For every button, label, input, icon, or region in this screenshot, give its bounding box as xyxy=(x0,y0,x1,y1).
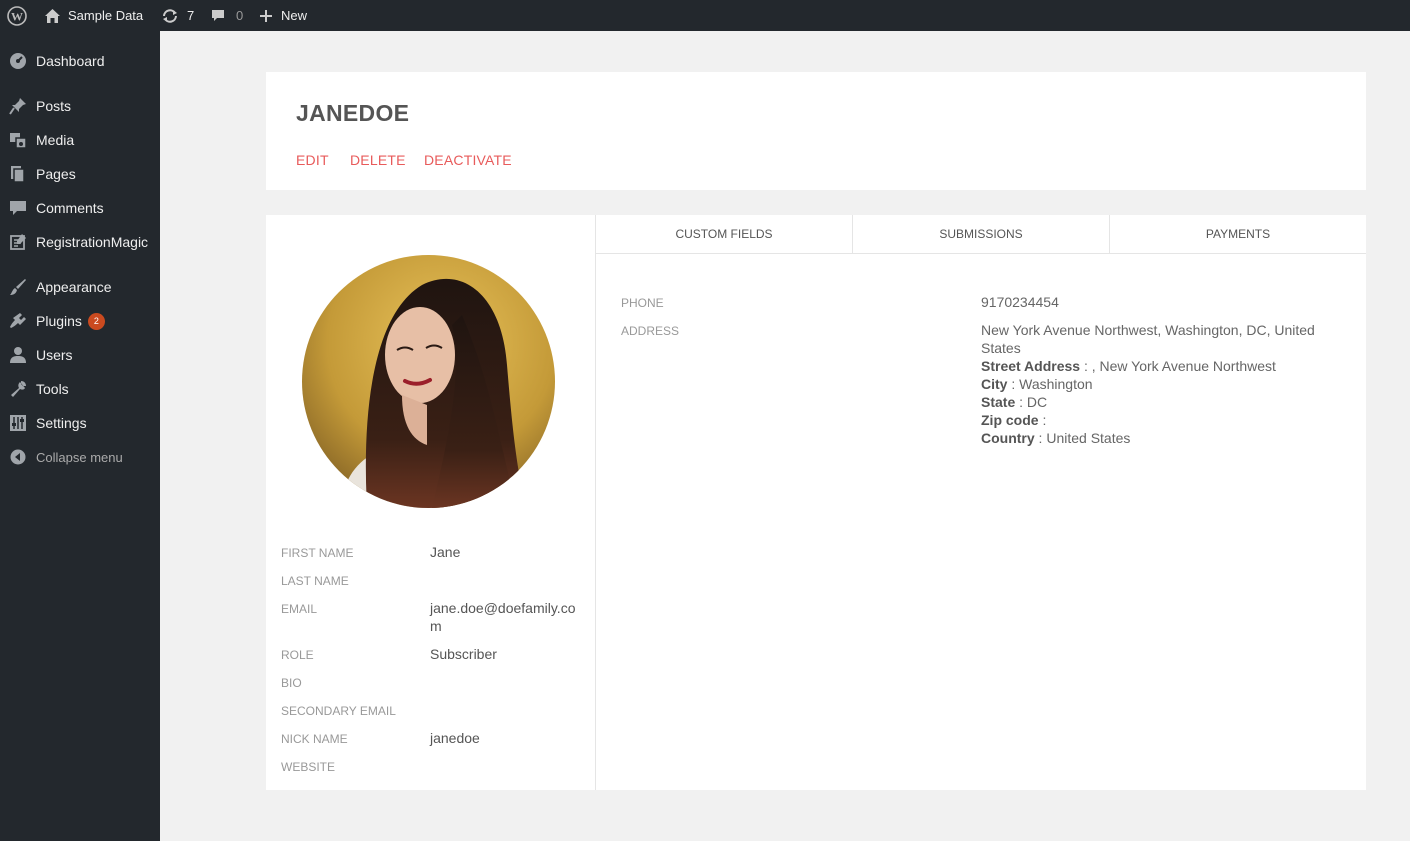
address-street-key: Street Address xyxy=(981,358,1081,374)
sidebar-item-label: RegistrationMagic xyxy=(36,234,149,250)
address-state-line: State : DC xyxy=(981,393,1321,411)
sidebar-item-label: Appearance xyxy=(36,279,112,295)
avatar xyxy=(302,255,555,508)
address-street-value: : , New York Avenue Northwest xyxy=(1080,358,1276,374)
secondary-email-label: SECONDARY EMAIL xyxy=(281,704,396,718)
first-name-label: FIRST NAME xyxy=(281,546,354,560)
sidebar-item-registrationmagic[interactable]: RegistrationMagic xyxy=(0,225,160,259)
page-title: JANEDOE xyxy=(296,100,410,126)
new-content-link[interactable]: New xyxy=(259,0,307,31)
phone-label: PHONE xyxy=(621,296,664,310)
sidebar-item-label: Plugins xyxy=(36,313,82,329)
sidebar-item-comments[interactable]: Comments xyxy=(0,191,160,225)
role-value: Subscriber xyxy=(430,646,497,662)
comments-link[interactable]: 0 xyxy=(210,0,243,31)
sidebar-item-label: Media xyxy=(36,132,75,148)
admin-bar: W Sample Data 7 0 New xyxy=(0,0,1410,31)
nick-name-value: janedoe xyxy=(430,730,480,746)
bio-label: BIO xyxy=(281,676,302,690)
pages-icon xyxy=(8,164,28,184)
sidebar-item-pages[interactable]: Pages xyxy=(0,157,160,191)
wordpress-logo-icon[interactable]: W xyxy=(7,0,27,31)
sidebar-item-label: Settings xyxy=(36,415,87,431)
address-zip-line: Zip code : xyxy=(981,411,1321,429)
sidebar-item-dashboard[interactable]: Dashboard xyxy=(0,44,160,78)
sidebar-item-label: Posts xyxy=(36,98,72,114)
sidebar-item-plugins[interactable]: Plugins 2 xyxy=(0,304,160,338)
last-name-label: LAST NAME xyxy=(281,574,349,588)
sidebar-item-label: Comments xyxy=(36,200,104,216)
media-icon xyxy=(8,130,28,150)
sidebar-item-appearance[interactable]: Appearance xyxy=(0,270,160,304)
sidebar-item-users[interactable]: Users xyxy=(0,338,160,372)
delete-link[interactable]: DELETE xyxy=(350,152,406,168)
user-icon xyxy=(8,345,28,365)
collapse-menu-label: Collapse menu xyxy=(36,449,123,465)
tab-submissions[interactable]: SUBMISSIONS xyxy=(852,215,1109,253)
first-name-value: Jane xyxy=(430,544,461,560)
dashboard-icon xyxy=(8,51,28,71)
tab-payments[interactable]: PAYMENTS xyxy=(1109,215,1366,253)
email-label: EMAIL xyxy=(281,602,318,616)
site-name: Sample Data xyxy=(68,8,144,23)
address-value: New York Avenue Northwest, Washington, D… xyxy=(981,321,1321,447)
pushpin-icon xyxy=(8,96,28,116)
edit-link[interactable]: EDIT xyxy=(296,152,329,168)
sidebar-item-posts[interactable]: Posts xyxy=(0,89,160,123)
plug-icon xyxy=(8,311,28,331)
nick-name-label: NICK NAME xyxy=(281,732,348,746)
address-zip-key: Zip code xyxy=(981,412,1039,428)
settings-icon xyxy=(8,413,28,433)
comment-bubble-icon xyxy=(210,8,226,24)
phone-value: 9170234454 xyxy=(981,294,1059,310)
website-label: WEBSITE xyxy=(281,760,336,774)
sidebar-item-media[interactable]: Media xyxy=(0,123,160,157)
address-city-line: City : Washington xyxy=(981,375,1321,393)
refresh-icon xyxy=(161,8,179,24)
address-full: New York Avenue Northwest, Washington, D… xyxy=(981,322,1315,356)
svg-text:W: W xyxy=(11,9,23,23)
sidebar-item-tools[interactable]: Tools xyxy=(0,372,160,406)
new-label: New xyxy=(281,8,308,23)
user-header-card: JANEDOE EDIT DELETE DEACTIVATE xyxy=(266,72,1366,190)
deactivate-link[interactable]: DEACTIVATE xyxy=(424,152,512,168)
address-country-key: Country xyxy=(981,430,1035,446)
plus-icon xyxy=(259,9,273,23)
address-zip-value: : xyxy=(1038,412,1047,428)
details-card: CUSTOM FIELDS SUBMISSIONS PAYMENTS PHONE… xyxy=(596,215,1366,790)
site-name-link[interactable]: Sample Data xyxy=(44,0,143,31)
address-state-value: : DC xyxy=(1015,394,1048,410)
address-city-value: : Washington xyxy=(1007,376,1093,392)
form-icon xyxy=(8,232,28,252)
collapse-menu-button[interactable]: Collapse menu xyxy=(0,440,160,474)
address-country-value: : United States xyxy=(1034,430,1131,446)
address-state-key: State xyxy=(981,394,1016,410)
sidebar-item-label: Tools xyxy=(36,381,69,397)
wrench-icon xyxy=(8,379,28,399)
plugins-update-badge: 2 xyxy=(87,312,105,330)
sidebar-item-label: Dashboard xyxy=(36,53,105,69)
sidebar-item-label: Users xyxy=(36,347,73,363)
sidebar-item-label: Pages xyxy=(36,166,76,182)
tab-bar: CUSTOM FIELDS SUBMISSIONS PAYMENTS xyxy=(596,215,1366,254)
updates-count: 7 xyxy=(187,8,195,23)
brush-icon xyxy=(8,277,28,297)
comment-icon xyxy=(8,198,28,218)
tab-custom-fields[interactable]: CUSTOM FIELDS xyxy=(596,215,852,253)
admin-sidebar: Dashboard Posts Media Pages Comments Reg… xyxy=(0,31,160,841)
collapse-arrow-icon xyxy=(8,447,28,467)
address-label: ADDRESS xyxy=(621,324,680,338)
role-label: ROLE xyxy=(281,648,314,662)
address-country-line: Country : United States xyxy=(981,429,1321,447)
sidebar-item-settings[interactable]: Settings xyxy=(0,406,160,440)
address-city-key: City xyxy=(981,376,1008,392)
address-street-line: Street Address : , New York Avenue North… xyxy=(981,357,1321,375)
email-value: jane.doe@doefamily.com xyxy=(430,600,576,634)
home-icon xyxy=(44,8,61,24)
comments-count: 0 xyxy=(236,8,244,23)
updates-link[interactable]: 7 xyxy=(161,0,194,31)
profile-card: FIRST NAME Jane LAST NAME EMAIL jane.doe… xyxy=(266,215,596,790)
